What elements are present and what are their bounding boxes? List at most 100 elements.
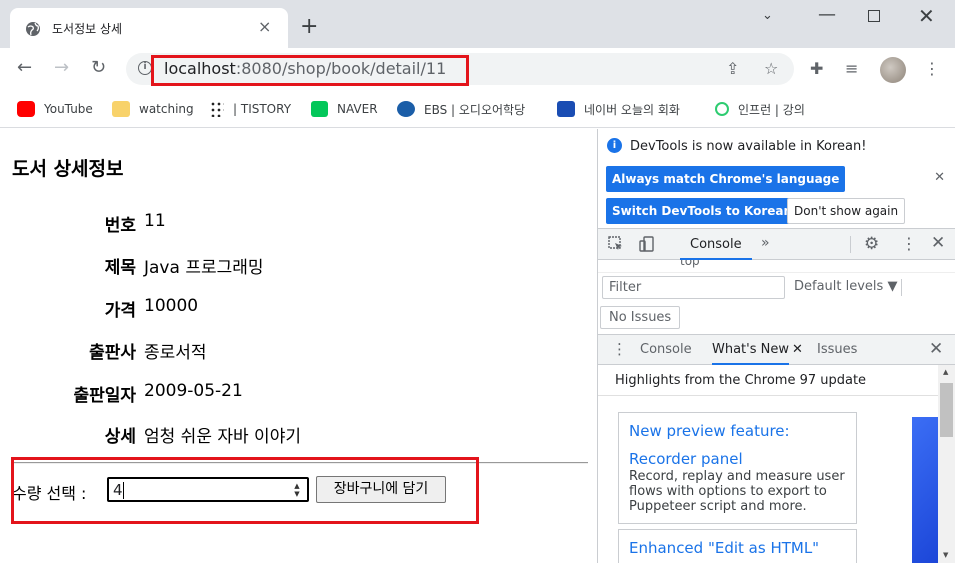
bookmarks-bar: YouTube watching | TISTORY NAVER EBS | 오…	[0, 90, 955, 128]
globe-icon	[26, 22, 40, 36]
feature-card[interactable]: New preview feature: Recorder panel Reco…	[618, 412, 857, 524]
minimize-icon[interactable]: —	[818, 4, 836, 25]
language-banner: i DevTools is now available in Korean! ✕…	[598, 129, 955, 229]
scroll-down-icon[interactable]: ▼	[943, 551, 948, 559]
scrollbar-thumb[interactable]	[940, 383, 953, 437]
bookmark-youtube[interactable]: YouTube	[17, 100, 93, 118]
field-row-pubdate: 출판일자 2009-05-21	[0, 381, 400, 406]
close-drawer-icon[interactable]: ✕	[929, 339, 943, 359]
share-icon[interactable]: ⇪	[726, 59, 739, 78]
gear-icon[interactable]: ⚙	[864, 234, 879, 254]
field-label: 상세	[104, 427, 136, 447]
bookmark-tistory[interactable]: | TISTORY	[210, 100, 291, 118]
chrome-menu-icon[interactable]: ⋮	[924, 59, 940, 78]
field-value: 엄청 쉬운 자바 이야기	[144, 427, 301, 447]
issues-button[interactable]: No Issues	[600, 306, 681, 329]
field-row-title: 제목 Java 프로그래밍	[0, 253, 400, 278]
field-label: 제목	[104, 258, 136, 278]
dont-show-again-button[interactable]: Don't show again	[787, 198, 906, 224]
switch-to-korean-button[interactable]: Switch DevTools to Korean	[606, 198, 799, 224]
device-toolbar-icon[interactable]	[639, 236, 655, 252]
field-label: 출판사	[89, 343, 136, 363]
field-label: 가격	[104, 301, 136, 321]
inflearn-icon	[715, 102, 729, 116]
feature-illustration	[912, 417, 938, 563]
close-tab-icon[interactable]: ✕	[792, 342, 803, 357]
bookmark-ebs[interactable]: EBS | 오디오어학당	[397, 100, 525, 118]
folder-icon	[112, 101, 130, 117]
feature-card-title[interactable]: Enhanced "Edit as HTML" with	[629, 534, 854, 563]
devtools-main-tabs: Console » ⚙ ⋮ ✕	[598, 229, 955, 260]
bookmark-star-icon[interactable]: ☆	[764, 59, 778, 78]
devtools-panel: i DevTools is now available in Korean! ✕…	[597, 129, 955, 563]
bookmark-label: YouTube	[44, 102, 93, 116]
devtools-menu-icon[interactable]: ⋮	[901, 234, 917, 253]
divider	[901, 279, 902, 296]
divider	[598, 395, 938, 396]
feature-card-title[interactable]: New preview feature: Recorder panel	[629, 417, 854, 473]
bookmark-label: watching	[139, 102, 194, 116]
drawer-tab-whats-new[interactable]: What's New	[712, 335, 789, 365]
log-levels-label: Default levels	[794, 279, 884, 294]
tistory-icon	[210, 101, 224, 117]
dropdown-arrow-icon: ▼	[887, 279, 898, 294]
field-value: 10000	[144, 296, 199, 316]
page-title: 도서 상세정보	[12, 158, 124, 180]
scrollbar[interactable]: ▲ ▼	[938, 365, 955, 563]
back-icon[interactable]: ←	[17, 58, 32, 78]
new-tab-icon[interactable]: +	[300, 16, 318, 38]
maximize-icon[interactable]	[868, 10, 880, 22]
bookmark-naver[interactable]: NAVER	[311, 100, 378, 118]
bookmark-label: | TISTORY	[233, 102, 292, 116]
bookmark-label: 네이버 오늘의 회화	[584, 102, 680, 117]
tab-title: 도서정보 상세	[52, 22, 123, 36]
tab-console[interactable]: Console	[680, 229, 752, 260]
field-row-publisher: 출판사 종로서적	[0, 338, 400, 363]
avatar[interactable]	[880, 57, 906, 83]
tab-search-chevron-icon[interactable]: ⌄	[762, 8, 773, 23]
bookmark-watching[interactable]: watching	[112, 100, 194, 118]
ga-icon	[557, 101, 575, 117]
bookmark-label: EBS | 오디오어학당	[424, 102, 526, 117]
inspect-element-icon[interactable]	[608, 236, 624, 252]
reload-icon[interactable]: ↻	[91, 58, 106, 78]
more-tabs-icon[interactable]: »	[761, 235, 770, 251]
log-levels-dropdown[interactable]: Default levels ▼	[794, 279, 897, 294]
field-row-id: 번호 11	[0, 211, 400, 236]
field-label: 출판일자	[73, 386, 136, 406]
always-match-language-button[interactable]: Always match Chrome's language	[606, 166, 846, 192]
window-close-icon[interactable]: ✕	[918, 4, 935, 28]
drawer-tab-issues[interactable]: Issues	[817, 335, 857, 365]
feature-card-desc: Record, replay and measure user flows wi…	[629, 469, 845, 514]
drawer-tab-console[interactable]: Console	[640, 335, 692, 365]
tab-strip: 도서정보 상세 × + ⌄ — ✕	[0, 0, 955, 48]
info-icon: i	[607, 138, 622, 153]
field-value: 종로서적	[144, 343, 207, 363]
field-row-detail: 상세 엄청 쉬운 자바 이야기	[0, 422, 400, 447]
reading-list-icon[interactable]: ≡	[845, 59, 858, 78]
field-label: 번호	[104, 216, 136, 236]
drawer-tabs: ⋮ Console What's New ✕ Issues ✕	[598, 334, 955, 365]
youtube-icon	[17, 101, 35, 117]
close-devtools-icon[interactable]: ✕	[931, 233, 945, 253]
filter-input[interactable]: Filter	[602, 276, 785, 299]
ebs-icon	[397, 101, 415, 117]
naver-icon	[311, 101, 328, 117]
bookmark-inflearn[interactable]: 인프런 | 강의	[715, 100, 805, 118]
site-info-icon[interactable]: i	[138, 61, 152, 75]
field-value: Java 프로그래밍	[144, 258, 264, 278]
forward-icon[interactable]: →	[54, 58, 69, 78]
banner-close-icon[interactable]: ✕	[934, 170, 945, 185]
bookmark-talk[interactable]: 네이버 오늘의 회화	[557, 100, 680, 118]
scroll-up-icon[interactable]: ▲	[943, 368, 948, 376]
feature-card[interactable]: Enhanced "Edit as HTML" with	[618, 529, 857, 563]
context-selector[interactable]: top	[680, 260, 700, 268]
tab-close-icon[interactable]: ×	[258, 19, 271, 35]
url-highlight-box	[151, 55, 469, 86]
form-highlight-box	[11, 457, 479, 524]
drawer-menu-icon[interactable]: ⋮	[612, 340, 627, 358]
banner-message: DevTools is now available in Korean!	[630, 139, 867, 154]
browser-tab[interactable]: 도서정보 상세 ×	[10, 8, 288, 48]
extensions-icon[interactable]: ✚	[810, 59, 823, 78]
whats-new-panel: Highlights from the Chrome 97 update New…	[598, 365, 938, 563]
